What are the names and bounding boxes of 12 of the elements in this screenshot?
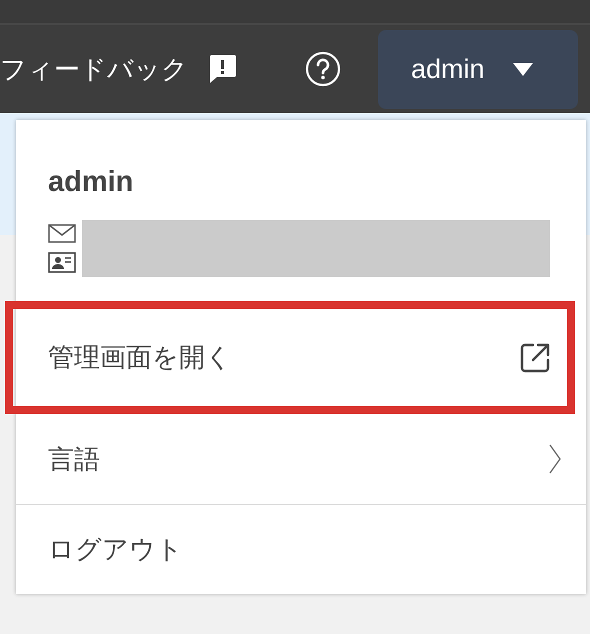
feedback-link[interactable]: フィードバック bbox=[0, 50, 188, 88]
dropdown-caret-icon bbox=[512, 62, 533, 76]
menu-item[interactable]: 管理画面を開く bbox=[5, 301, 575, 414]
help-icon[interactable] bbox=[305, 51, 341, 87]
menu-item[interactable]: ログアウト bbox=[16, 504, 586, 594]
account-button[interactable]: admin bbox=[378, 30, 578, 108]
chevron-right-icon bbox=[548, 444, 562, 474]
mail-icon bbox=[48, 224, 76, 243]
menu-item[interactable]: 言語 bbox=[16, 414, 586, 504]
user-name: admin bbox=[48, 165, 134, 200]
external-link-icon bbox=[519, 342, 551, 374]
id-card-icon bbox=[48, 252, 76, 273]
